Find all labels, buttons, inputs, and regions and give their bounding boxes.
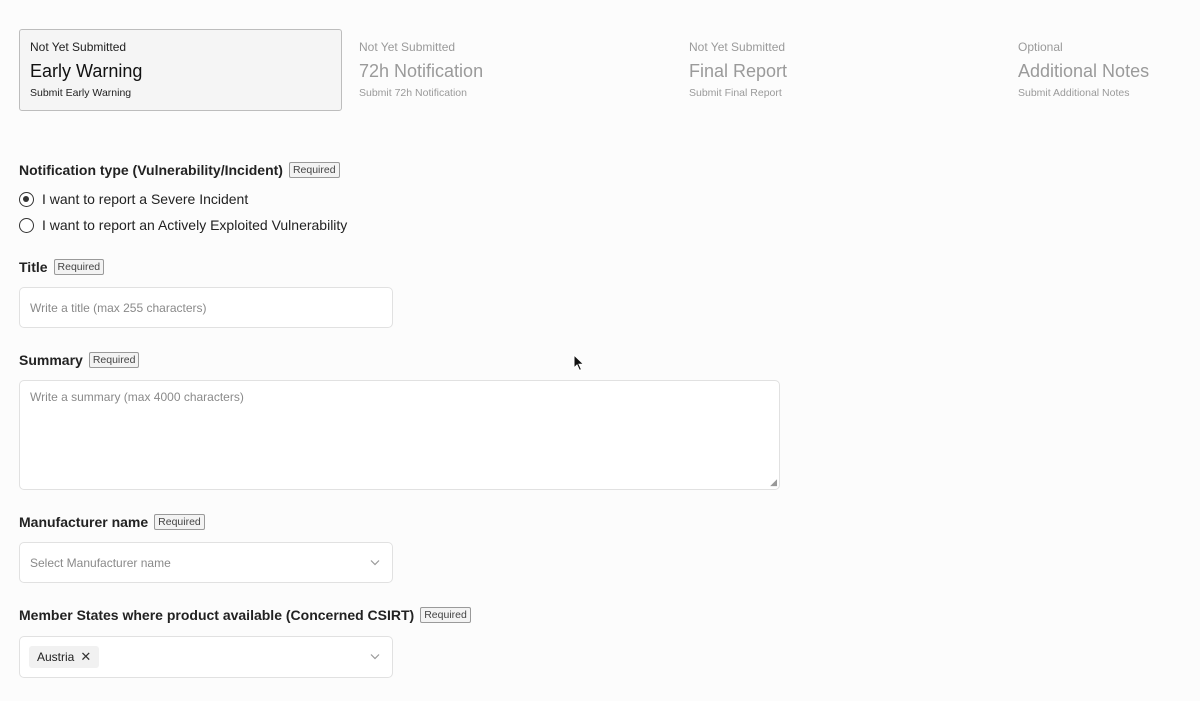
selected-tag-austria: Austria ✕ <box>29 646 100 668</box>
step-status: Not Yet Submitted <box>689 40 786 54</box>
step-final-report[interactable]: Not Yet Submitted Final Report Submit Fi… <box>689 29 989 111</box>
notification-type-label-row: Notification type (Vulnerability/Inciden… <box>19 162 340 178</box>
step-subtitle: Submit Additional Notes <box>1018 87 1130 99</box>
close-icon[interactable]: ✕ <box>80 649 91 665</box>
notification-type-label: Notification type (Vulnerability/Inciden… <box>19 162 283 178</box>
step-early-warning[interactable]: Not Yet Submitted Early Warning Submit E… <box>19 29 342 111</box>
step-additional-notes[interactable]: Optional Additional Notes Submit Additio… <box>1018 29 1198 111</box>
chevron-down-icon <box>370 652 380 663</box>
radio-severe-incident[interactable]: I want to report a Severe Incident <box>19 191 248 207</box>
manufacturer-label: Manufacturer name <box>19 514 149 530</box>
summary-placeholder: Write a summary (max 4000 characters) <box>30 390 244 404</box>
chevron-down-icon <box>370 557 380 568</box>
required-badge: Required <box>420 607 471 623</box>
summary-label: Summary <box>19 352 83 368</box>
step-status: Not Yet Submitted <box>30 40 127 54</box>
step-name: 72h Notification <box>359 61 484 81</box>
mouse-pointer-icon <box>573 354 585 372</box>
step-name: Additional Notes <box>1018 61 1150 81</box>
step-subtitle: Submit Early Warning <box>30 87 132 99</box>
radio-label: I want to report a Severe Incident <box>42 191 249 207</box>
member-states-select[interactable]: Austria ✕ <box>19 636 393 678</box>
title-input[interactable]: Write a title (max 255 characters) <box>19 287 393 328</box>
radio-exploited-vulnerability[interactable]: I want to report an Actively Exploited V… <box>19 217 347 233</box>
required-badge: Required <box>88 352 140 368</box>
title-label-row: Title Required <box>19 259 105 275</box>
tag-label: Austria <box>37 650 75 664</box>
radio-button[interactable] <box>19 217 34 233</box>
step-status: Optional <box>1018 40 1063 54</box>
manufacturer-select[interactable]: Select Manufacturer name <box>19 542 393 583</box>
member-states-label-row: Member States where product available (C… <box>19 607 471 623</box>
manufacturer-label-row: Manufacturer name Required <box>19 514 205 530</box>
step-status: Not Yet Submitted <box>359 40 456 54</box>
report-steps: Not Yet Submitted Early Warning Submit E… <box>19 29 1200 111</box>
step-subtitle: Submit 72h Notification <box>359 87 467 99</box>
manufacturer-placeholder: Select Manufacturer name <box>30 555 171 570</box>
step-name: Early Warning <box>30 61 143 81</box>
title-placeholder: Write a title (max 255 characters) <box>30 300 207 315</box>
radio-button-checked[interactable] <box>19 191 34 207</box>
step-subtitle: Submit Final Report <box>689 87 782 99</box>
member-states-label: Member States where product available (C… <box>19 607 415 623</box>
title-label: Title <box>19 259 48 275</box>
step-name: Final Report <box>689 61 788 81</box>
required-badge: Required <box>154 514 205 530</box>
resize-handle-icon[interactable]: ◢ <box>770 478 777 487</box>
summary-textarea[interactable]: Write a summary (max 4000 characters) ◢ <box>19 380 780 490</box>
radio-label: I want to report an Actively Exploited V… <box>42 217 348 233</box>
required-badge: Required <box>288 162 340 178</box>
step-72h-notification[interactable]: Not Yet Submitted 72h Notification Submi… <box>359 29 659 111</box>
summary-label-row: Summary Required <box>19 352 140 368</box>
required-badge: Required <box>53 259 105 275</box>
